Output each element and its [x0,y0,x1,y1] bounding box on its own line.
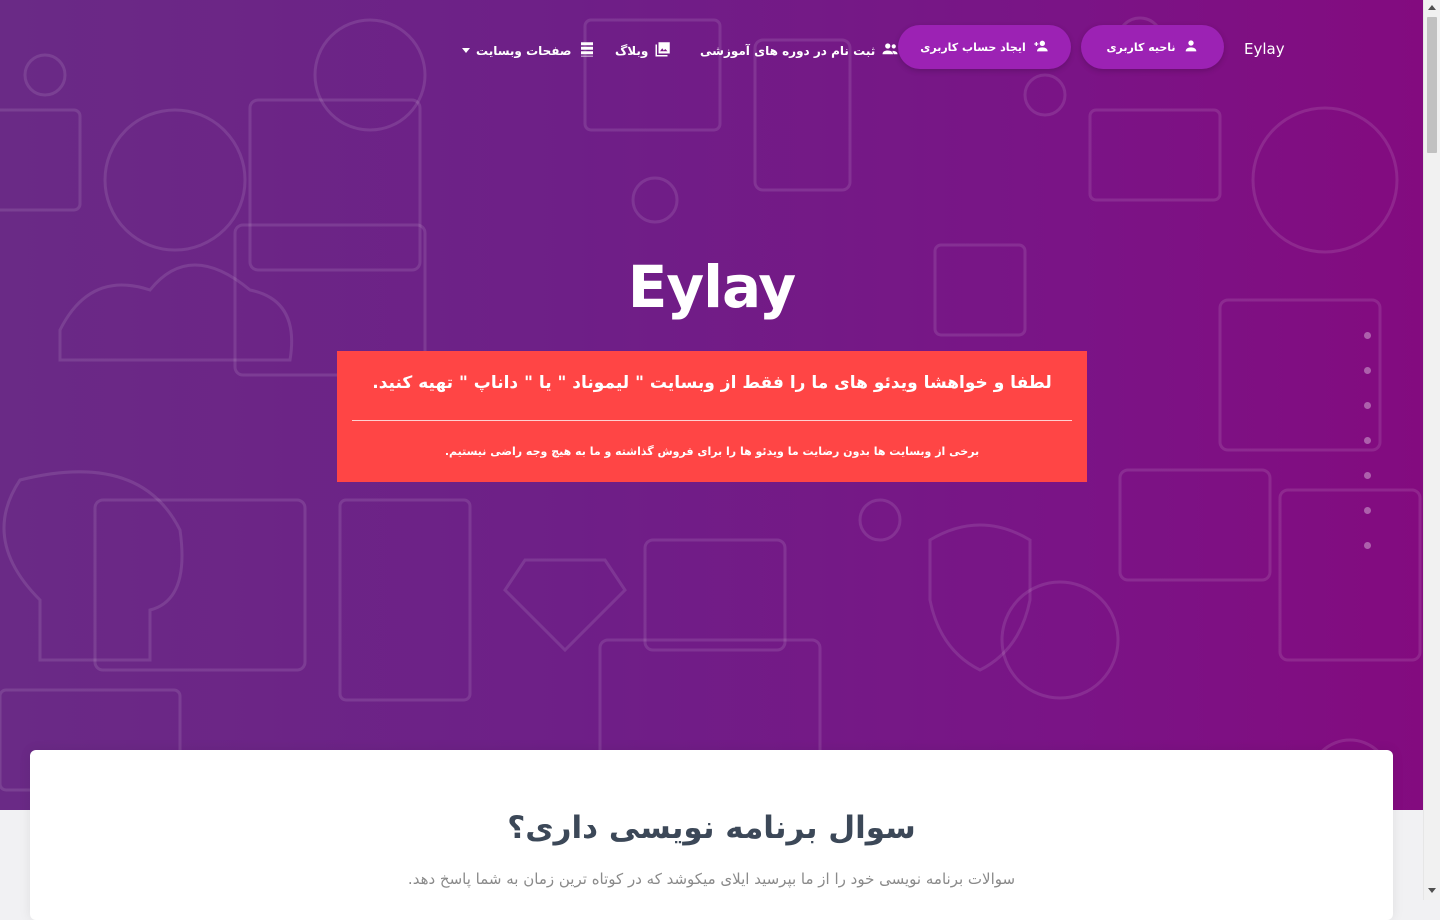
signup-button[interactable]: ایجاد حساب کاربری [898,25,1071,69]
carousel-dot[interactable] [1364,402,1371,409]
carousel-dot[interactable] [1364,332,1371,339]
notice-divider [352,420,1072,421]
signup-label: ایجاد حساب کاربری [920,40,1026,54]
carousel-dot[interactable] [1364,542,1371,549]
account-button[interactable]: ناحیه کاربری [1081,25,1224,69]
card-subtitle: سوالات برنامه نویسی خود را از ما بپرسید … [407,870,1016,888]
blog-label: وبلاگ [615,43,649,58]
account-label: ناحیه کاربری [1106,40,1176,54]
notice-main-text: لطفا و خواهشا ویدئو های ما را فقط از وبس… [372,373,1052,393]
courses-label: ثبت نام در دوره های آموزشی [700,43,876,58]
nav-dropdown-pages[interactable]: صفحات وبسایت [462,40,596,61]
caret-down-icon [462,48,470,53]
notice-box: لطفا و خواهشا ویدئو های ما را فقط از وبس… [337,351,1087,482]
group-icon [881,40,899,61]
hero-section: Eylay ناحیه کاربری ایجاد حساب کاربری ثبت… [0,0,1423,810]
card-title: سوال برنامه نویسی داری؟ [507,810,916,846]
brand-logo[interactable]: Eylay [1244,40,1285,58]
carousel-dot[interactable] [1364,472,1371,479]
pages-label: صفحات وبسایت [476,43,572,58]
question-card: سوال برنامه نویسی داری؟ سوالات برنامه نو… [30,750,1393,920]
carousel-dot[interactable] [1364,437,1371,444]
notice-sub-text: برخی از وبسایت ها بدون رضایت ما ویدئو ها… [444,445,980,458]
scroll-down-arrow-icon[interactable] [1428,888,1436,893]
person-add-icon [1033,38,1049,57]
carousel-indicators [1364,332,1372,577]
nav-link-courses[interactable]: ثبت نام در دوره های آموزشی [700,40,899,61]
photo-library-icon [654,40,672,61]
hero-title: Eylay [627,253,796,321]
vertical-scrollbar[interactable] [1423,0,1440,900]
scrollbar-thumb[interactable] [1427,17,1437,153]
person-icon [1183,38,1199,57]
scroll-up-arrow-icon[interactable] [1428,5,1436,10]
carousel-dot[interactable] [1364,507,1371,514]
nav-link-blog[interactable]: وبلاگ [615,40,672,61]
carousel-dot[interactable] [1364,367,1371,374]
view-list-icon [578,40,596,61]
top-navbar: Eylay ناحیه کاربری ایجاد حساب کاربری ثبت… [0,0,1423,100]
